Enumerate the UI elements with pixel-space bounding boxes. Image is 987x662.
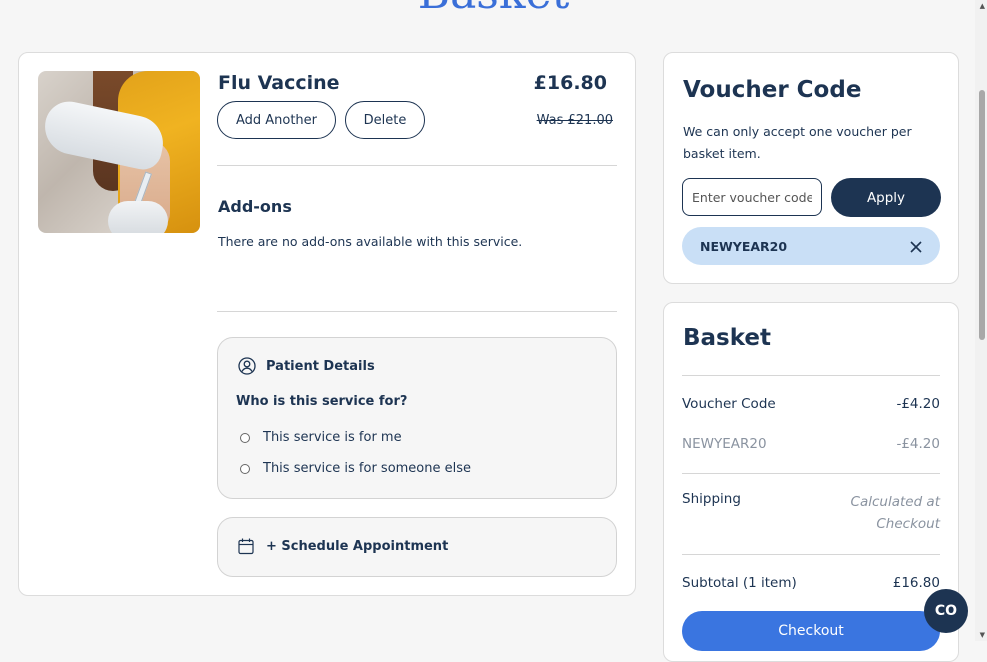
- delete-button[interactable]: Delete: [345, 101, 425, 139]
- close-icon[interactable]: [910, 236, 922, 256]
- user-circle-icon: [238, 357, 256, 379]
- patient-details-panel: Patient Details Who is this service for?…: [217, 337, 617, 499]
- scrollbar-thumb[interactable]: [979, 90, 985, 340]
- summary-value: Calculated at Checkout: [851, 491, 940, 535]
- product-name: Flu Vaccine: [218, 72, 340, 94]
- voucher-description: We can only accept one voucher per baske…: [683, 124, 912, 161]
- summary-value: -£4.20: [896, 396, 940, 412]
- divider: [682, 473, 940, 474]
- radio-label: This service is for someone else: [263, 461, 472, 476]
- radio-option-for-me[interactable]: This service is for me: [240, 430, 402, 445]
- basket-item-card: Flu Vaccine £16.80 Was £21.00 Add Anothe…: [18, 52, 636, 596]
- radio-button[interactable]: [240, 463, 250, 474]
- voucher-code-input[interactable]: [682, 178, 822, 216]
- product-image: [38, 71, 200, 233]
- product-price: £16.80: [533, 72, 607, 94]
- summary-label: Voucher Code: [682, 396, 776, 412]
- apply-voucher-button[interactable]: Apply: [831, 178, 941, 217]
- summary-row-voucher: Voucher Code -£4.20: [682, 396, 940, 412]
- summary-label: Shipping: [682, 491, 741, 507]
- summary-label: Subtotal (1 item): [682, 575, 797, 591]
- checkout-button[interactable]: Checkout: [682, 611, 940, 651]
- summary-value: £16.80: [892, 575, 940, 591]
- divider: [682, 554, 940, 555]
- scrollbar[interactable]: ▲ ▼: [975, 0, 987, 641]
- radio-option-for-someone-else[interactable]: This service is for someone else: [240, 461, 471, 476]
- addons-title: Add-ons: [218, 197, 292, 216]
- add-another-button[interactable]: Add Another: [217, 101, 336, 139]
- radio-label: This service is for me: [263, 430, 402, 445]
- summary-label: NEWYEAR20: [682, 436, 767, 452]
- calendar-icon: [238, 538, 254, 559]
- summary-row-subtotal: Subtotal (1 item) £16.80: [682, 575, 940, 591]
- page-title: Basket: [0, 0, 987, 16]
- basket-summary-card: Basket Voucher Code -£4.20 NEWYEAR20 -£4…: [663, 302, 959, 662]
- scroll-down-icon[interactable]: ▼: [980, 631, 985, 639]
- summary-row-voucher-code: NEWYEAR20 -£4.20: [682, 436, 940, 452]
- chat-label: CO: [934, 603, 958, 619]
- divider: [217, 311, 617, 312]
- basket-summary-title: Basket: [683, 325, 772, 351]
- voucher-title: Voucher Code: [683, 77, 862, 103]
- was-price: Was £21.00: [536, 113, 613, 128]
- applied-voucher-code: NEWYEAR20: [700, 238, 788, 254]
- shipping-value-line2: Checkout: [876, 516, 940, 532]
- schedule-appointment-button[interactable]: + Schedule Appointment: [217, 517, 617, 577]
- divider: [682, 375, 940, 376]
- applied-voucher-chip: NEWYEAR20: [682, 227, 940, 265]
- schedule-appointment-label: + Schedule Appointment: [266, 539, 449, 554]
- scroll-up-icon[interactable]: ▲: [980, 2, 985, 10]
- shipping-value-line1: Calculated at: [850, 494, 940, 510]
- radio-button[interactable]: [240, 432, 250, 443]
- voucher-card: Voucher Code We can only accept one vouc…: [663, 52, 959, 284]
- patient-question: Who is this service for?: [236, 394, 408, 409]
- summary-row-shipping: Shipping Calculated at Checkout: [682, 491, 940, 535]
- divider: [217, 165, 617, 166]
- chat-widget-button[interactable]: CO: [924, 589, 968, 633]
- patient-details-title: Patient Details: [266, 359, 375, 374]
- addons-text: There are no add-ons available with this…: [218, 234, 523, 249]
- summary-value: -£4.20: [896, 436, 940, 452]
